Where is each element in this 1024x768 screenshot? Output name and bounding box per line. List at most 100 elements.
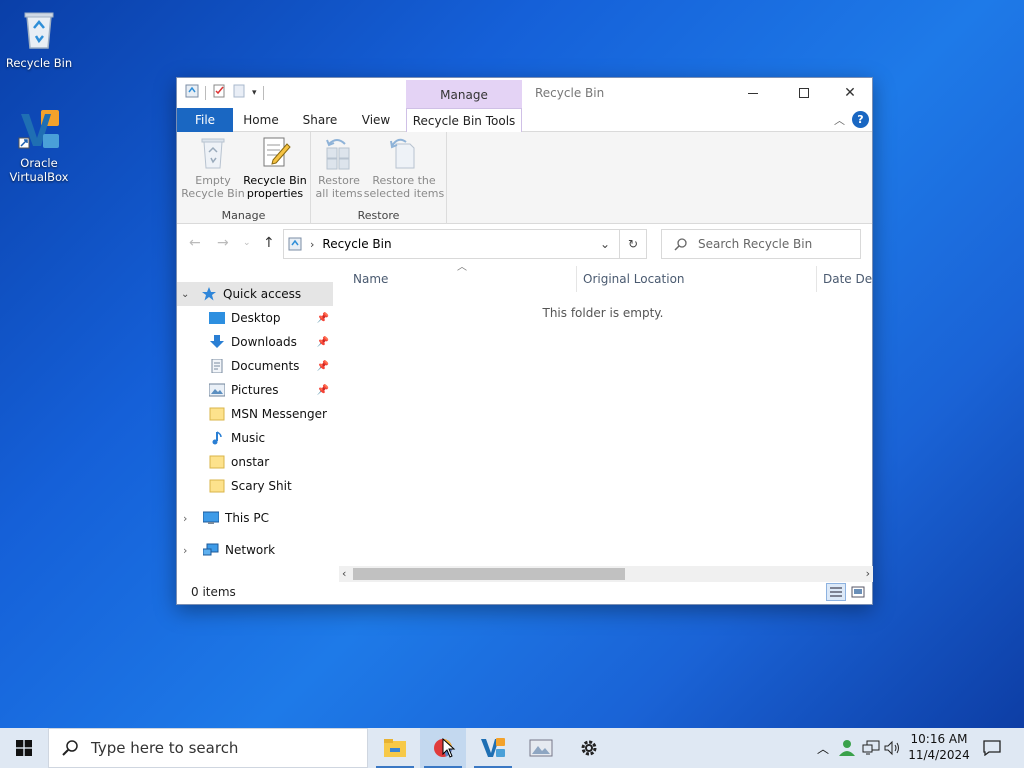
- maximize-button[interactable]: [781, 78, 827, 108]
- nav-item-scary-shit[interactable]: Scary Shit: [177, 474, 333, 498]
- properties-qat-icon[interactable]: [212, 84, 226, 101]
- navigation-bar: ← → ⌄ ↑ › Recycle Bin ⌄ ↻ Search Recycle…: [177, 225, 872, 261]
- desktop-icon-recycle-bin[interactable]: Recycle Bin: [1, 8, 77, 70]
- address-bar[interactable]: › Recycle Bin ⌄: [283, 229, 647, 259]
- help-button[interactable]: ?: [852, 111, 869, 128]
- column-divider[interactable]: [576, 266, 577, 292]
- breadcrumb[interactable]: Recycle Bin: [322, 237, 391, 251]
- taskbar-search-input[interactable]: Type here to search: [91, 739, 238, 757]
- chevron-down-icon: ⌄: [243, 238, 251, 248]
- pictures-icon: [208, 383, 226, 397]
- nav-item-label: Quick access: [223, 287, 302, 301]
- forward-button[interactable]: →: [217, 235, 229, 251]
- nav-item-desktop[interactable]: Desktop 📌: [177, 306, 333, 330]
- nav-item-msn-messenger[interactable]: MSN Messenger: [177, 402, 333, 426]
- network-status-icon[interactable]: [862, 740, 880, 756]
- ribbon-group-label: Restore: [357, 209, 400, 222]
- ribbon-tabs: File Home Share View Recycle Bin Tools: [177, 108, 872, 133]
- nav-item-downloads[interactable]: Downloads 📌: [177, 330, 333, 354]
- tab-view[interactable]: View: [355, 108, 397, 132]
- large-icons-view-button[interactable]: [848, 583, 868, 601]
- new-folder-qat-icon[interactable]: [232, 84, 246, 101]
- clock-time: 10:16 AM: [910, 732, 968, 746]
- arrow-right-icon: →: [217, 235, 229, 251]
- nav-item-documents[interactable]: Documents 📌: [177, 354, 333, 378]
- taskbar-file-explorer[interactable]: [372, 728, 418, 768]
- restore-selected-items-button[interactable]: Restore the selected items: [363, 136, 445, 200]
- search-box[interactable]: Search Recycle Bin: [661, 229, 861, 259]
- minimize-icon: [748, 92, 758, 94]
- tab-home[interactable]: Home: [239, 108, 283, 132]
- column-header-original-location[interactable]: Original Location: [583, 268, 813, 290]
- desktop-icon-oracle-virtualbox[interactable]: Oracle VirtualBox: [1, 108, 77, 184]
- recycle-bin-properties-button[interactable]: Recycle Bin properties: [243, 136, 307, 200]
- user-presence-icon[interactable]: [838, 739, 856, 757]
- button-label-line1: Restore the: [372, 174, 436, 187]
- search-input[interactable]: Search Recycle Bin: [698, 237, 812, 251]
- nav-item-onstar[interactable]: onstar: [177, 450, 333, 474]
- taskbar-search-box[interactable]: Type here to search: [48, 728, 368, 768]
- virtualbox-icon: [481, 738, 505, 757]
- navigation-pane: ⌄ Quick access Desktop 📌 Downloads 📌 Doc…: [177, 278, 333, 568]
- gear-icon: [581, 740, 597, 756]
- start-button[interactable]: [0, 728, 48, 768]
- column-divider[interactable]: [816, 266, 817, 292]
- nav-item-label: MSN Messenger: [231, 407, 327, 421]
- action-center-button[interactable]: [978, 728, 1006, 768]
- music-note-icon: [209, 431, 225, 445]
- toolbar-separator: [262, 85, 264, 100]
- chevron-right-icon: ›: [183, 543, 188, 557]
- pin-icon: 📌: [316, 384, 329, 396]
- empty-recycle-bin-icon: [197, 136, 229, 170]
- button-label-line2: Recycle Bin: [181, 187, 245, 200]
- nav-item-quick-access[interactable]: ⌄ Quick access: [177, 282, 333, 306]
- chevron-down-icon[interactable]: ▾: [252, 88, 257, 98]
- quick-access-toolbar: ▾: [185, 84, 264, 101]
- tab-file[interactable]: File: [177, 108, 233, 132]
- address-history-button[interactable]: ⌄: [600, 237, 610, 251]
- taskbar-settings[interactable]: [566, 728, 612, 768]
- breadcrumb-separator-icon: ›: [310, 237, 315, 251]
- column-header-date-deleted[interactable]: Date Dele: [823, 268, 873, 290]
- collapse-ribbon-button[interactable]: ︿: [834, 112, 846, 127]
- refresh-button[interactable]: ↻: [619, 229, 647, 259]
- minimize-button[interactable]: [730, 78, 776, 108]
- tab-manage-context[interactable]: Manage: [406, 80, 522, 108]
- taskbar: Type here to search ︿ 10:16 AM 11/4/2024: [0, 728, 1024, 768]
- details-view-button[interactable]: [826, 583, 846, 601]
- arrow-left-icon: ←: [189, 235, 201, 251]
- network-icon: [202, 543, 219, 557]
- taskbar-clock[interactable]: 10:16 AM 11/4/2024: [904, 731, 974, 763]
- nav-item-label: Desktop: [231, 311, 281, 325]
- taskbar-virtualbox[interactable]: [470, 728, 516, 768]
- ribbon-group-manage: Empty Recycle Bin Recycle Bin properties…: [177, 132, 311, 224]
- nav-item-label: Pictures: [231, 383, 279, 397]
- close-button[interactable]: ✕: [827, 78, 873, 108]
- tab-share[interactable]: Share: [297, 108, 343, 132]
- tab-recycle-bin-tools[interactable]: Recycle Bin Tools: [406, 108, 522, 133]
- show-hidden-icons-button[interactable]: ︿: [814, 740, 832, 757]
- folder-icon: [209, 479, 225, 493]
- help-icon: ?: [857, 113, 864, 126]
- taskbar-app-pie[interactable]: [420, 728, 466, 768]
- system-tray: ︿: [814, 728, 902, 768]
- empty-recycle-bin-button[interactable]: Empty Recycle Bin: [181, 136, 245, 200]
- back-button[interactable]: ←: [189, 235, 201, 251]
- taskbar-image-viewer[interactable]: [518, 728, 564, 768]
- virtualbox-icon: [17, 108, 61, 152]
- nav-item-network[interactable]: › Network: [177, 538, 333, 562]
- download-arrow-icon: [209, 335, 225, 349]
- nav-item-label: Scary Shit: [231, 479, 292, 493]
- scrollbar-thumb[interactable]: [353, 568, 625, 580]
- nav-item-pictures[interactable]: Pictures 📌: [177, 378, 333, 402]
- up-button[interactable]: ↑: [263, 235, 275, 251]
- nav-item-music[interactable]: Music: [177, 426, 333, 450]
- button-label-line1: Recycle Bin: [243, 174, 307, 187]
- restore-all-items-button[interactable]: Restore all items: [313, 136, 365, 200]
- volume-icon[interactable]: [884, 740, 902, 756]
- recent-locations-button[interactable]: ⌄: [243, 238, 251, 248]
- restore-selected-icon: [388, 136, 420, 170]
- nav-item-this-pc[interactable]: › This PC: [177, 506, 333, 530]
- column-header-name[interactable]: Name: [353, 268, 573, 290]
- recycle-bin-small-icon[interactable]: [185, 84, 199, 101]
